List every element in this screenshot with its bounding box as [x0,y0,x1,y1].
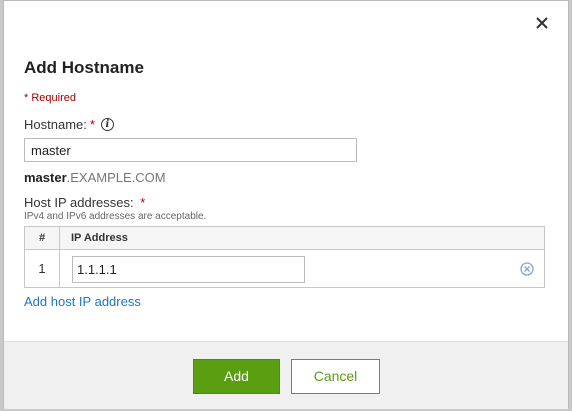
ip-label-text: Host IP addresses: [24,195,134,210]
add-host-ip-link[interactable]: Add host IP address [24,294,141,309]
fqdn-domain: .EXAMPLE.COM [66,170,166,185]
table-row: 1 [25,250,544,288]
dialog-footer: Add Cancel [4,341,568,409]
remove-circle-icon[interactable] [520,262,534,276]
ip-addresses-label: Host IP addresses: * [24,195,145,210]
hostname-label-text: Hostname: [24,117,87,132]
add-hostname-dialog: Add Hostname * Required Hostname: * i ma… [3,0,569,409]
ip-address-table: # IP Address 1 [24,226,545,288]
close-icon[interactable] [532,13,552,33]
cancel-button[interactable]: Cancel [291,359,380,394]
dialog-title: Add Hostname [24,58,144,77]
hostname-input[interactable] [24,138,357,162]
hostname-label: Hostname: * i [24,117,114,132]
add-button[interactable]: Add [193,359,280,394]
ip-required-marker: * [140,195,146,210]
info-icon[interactable]: i [100,118,114,131]
ip-help-text: IPv4 and IPv6 addresses are acceptable. [24,211,207,222]
required-note: * Required [24,92,76,104]
column-header-number: # [25,227,60,249]
table-header: # IP Address [25,227,544,250]
fqdn-preview: master.EXAMPLE.COM [24,170,166,185]
fqdn-host: master [24,170,67,185]
ip-address-input[interactable] [72,255,305,283]
column-header-ip-address: IP Address [71,232,128,244]
required-marker: * [89,117,95,132]
row-number: 1 [25,250,60,288]
